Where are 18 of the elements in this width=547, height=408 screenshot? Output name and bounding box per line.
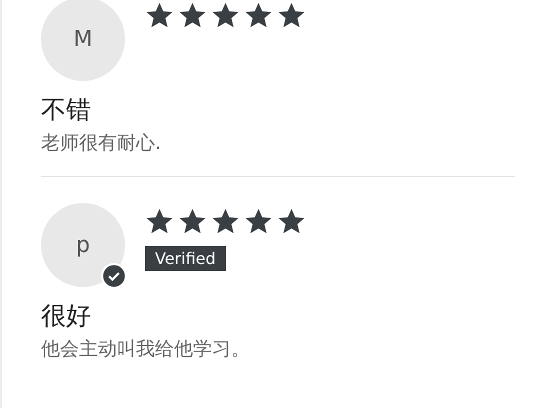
review-title: 很好 bbox=[41, 300, 92, 332]
star-icon bbox=[277, 1, 306, 30]
review-text: 他会主动叫我给他学习。 bbox=[41, 337, 251, 362]
verified-badge: Verified bbox=[145, 246, 226, 271]
star-icon bbox=[244, 207, 273, 236]
avatar-initial: p bbox=[76, 232, 90, 258]
star-icon bbox=[277, 207, 306, 236]
check-icon bbox=[101, 263, 127, 289]
star-icon bbox=[145, 1, 174, 30]
star-icon bbox=[211, 207, 240, 236]
review-text: 老师很有耐心. bbox=[41, 131, 162, 156]
star-icon bbox=[178, 207, 207, 236]
avatar-initial: M bbox=[74, 26, 92, 52]
star-icon bbox=[244, 1, 273, 30]
review-title: 不错 bbox=[41, 94, 92, 126]
star-icon bbox=[211, 1, 240, 30]
star-icon bbox=[178, 1, 207, 30]
star-icon bbox=[145, 207, 174, 236]
